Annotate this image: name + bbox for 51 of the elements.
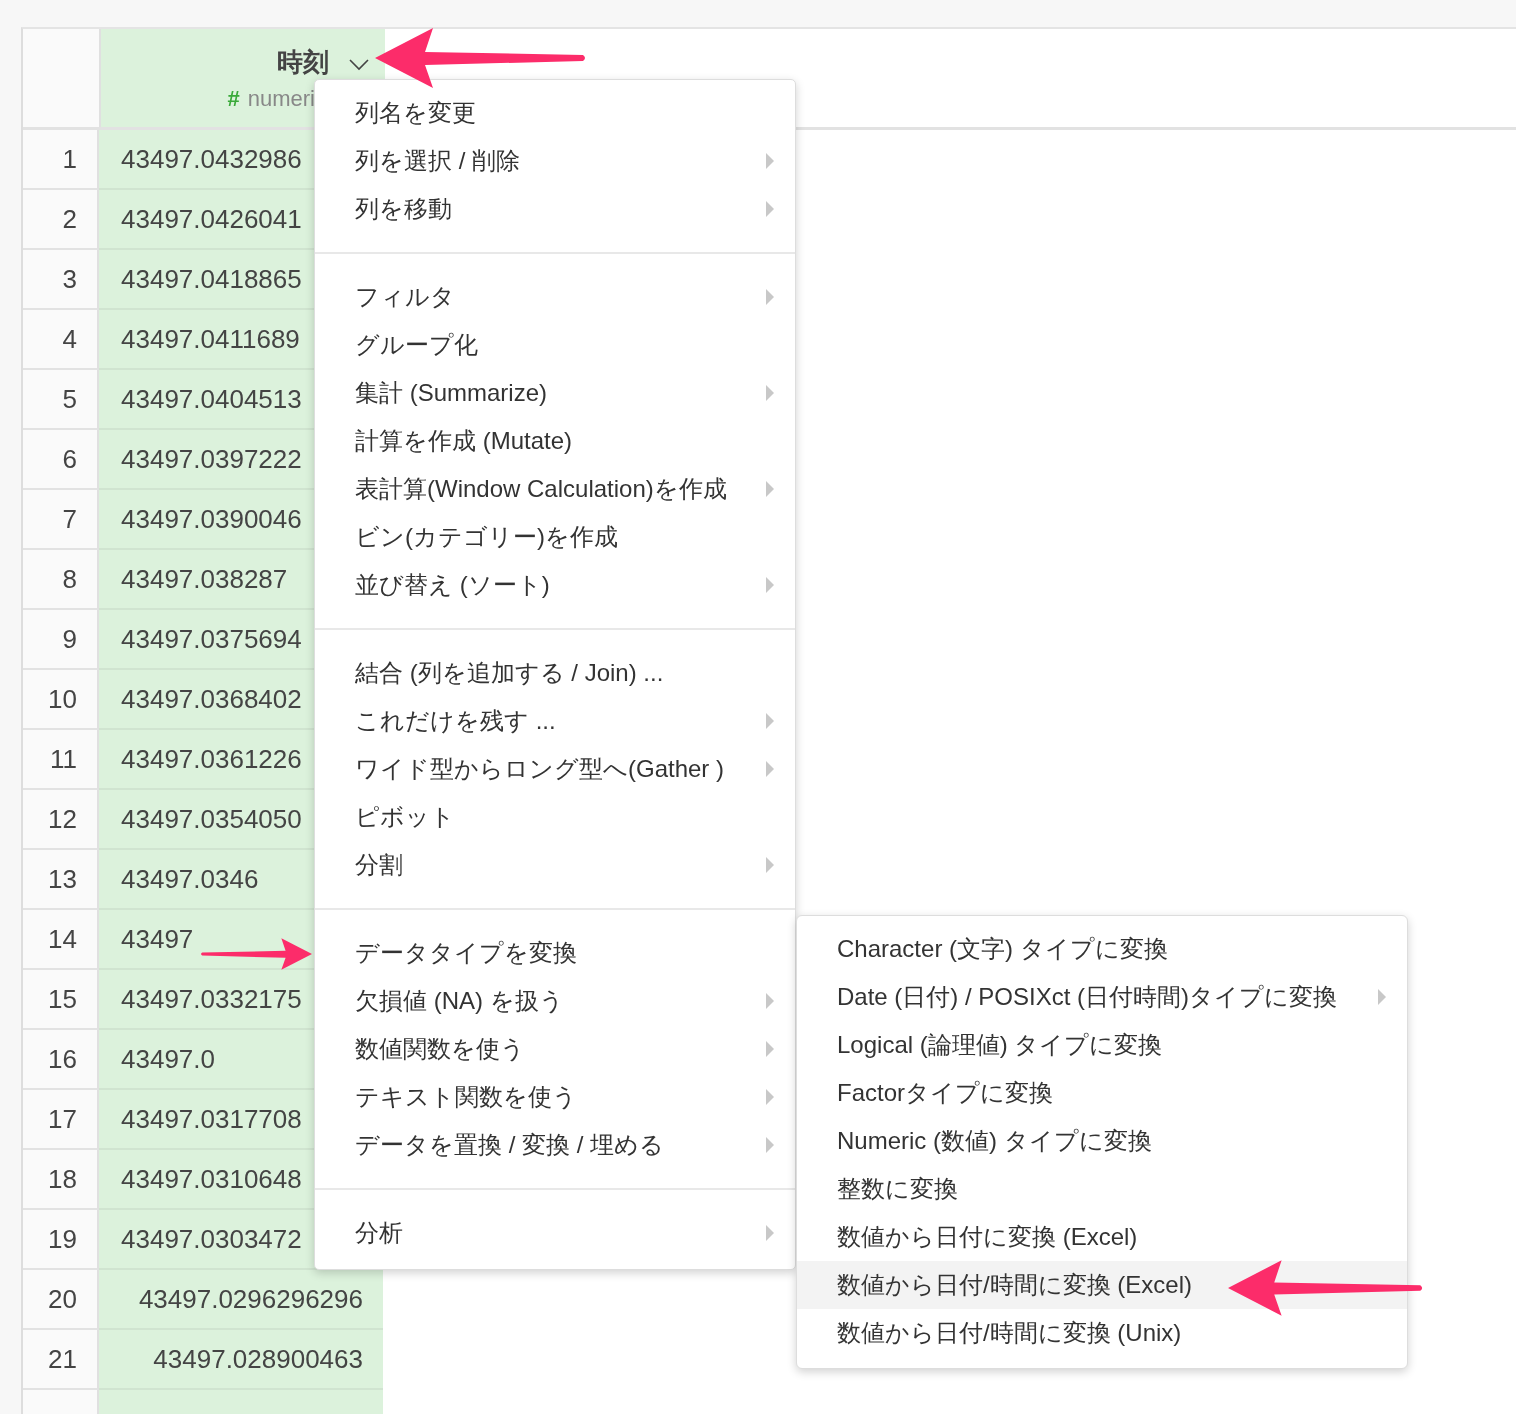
chevron-down-icon[interactable] bbox=[349, 58, 369, 71]
submenu-arrow-icon bbox=[765, 152, 775, 170]
submenu-arrow-icon bbox=[765, 384, 775, 402]
menu-item[interactable]: Date (日付) / POSIXct (日付時間)タイプに変換 bbox=[797, 973, 1407, 1021]
row-number: 21 bbox=[23, 1330, 99, 1390]
submenu-arrow-icon bbox=[765, 760, 775, 778]
row-number: 11 bbox=[23, 730, 99, 790]
submenu-arrow-icon bbox=[765, 992, 775, 1010]
menu-item[interactable]: 数値から日付に変換 (Excel) bbox=[797, 1213, 1407, 1261]
menu-item[interactable]: Character (文字) タイプに変換 bbox=[797, 925, 1407, 973]
row-number: 8 bbox=[23, 550, 99, 610]
column-type: numeri bbox=[247, 86, 315, 112]
row-number: 20 bbox=[23, 1270, 99, 1330]
submenu-arrow-icon bbox=[765, 480, 775, 498]
row-number: 10 bbox=[23, 670, 99, 730]
row-number: 19 bbox=[23, 1210, 99, 1270]
menu-item[interactable]: Numeric (数値) タイプに変換 bbox=[797, 1117, 1407, 1165]
row-number: 16 bbox=[23, 1030, 99, 1090]
column-type-icon: # bbox=[227, 86, 240, 112]
row-number: 9 bbox=[23, 610, 99, 670]
submenu-arrow-icon bbox=[765, 288, 775, 306]
submenu-arrow-icon bbox=[765, 856, 775, 874]
row-number: 5 bbox=[23, 370, 99, 430]
row-number: 14 bbox=[23, 910, 99, 970]
submenu-arrow-icon bbox=[765, 1040, 775, 1058]
submenu-arrow-icon bbox=[765, 576, 775, 594]
table-cell: 43497.0296296296 bbox=[99, 1270, 383, 1330]
row-number: 18 bbox=[23, 1150, 99, 1210]
submenu-arrow-icon bbox=[765, 1136, 775, 1154]
table-cell: 43497.028900463 bbox=[99, 1330, 383, 1390]
submenu-arrow-icon bbox=[765, 200, 775, 218]
row-number: 1 bbox=[23, 130, 99, 190]
menu-item[interactable]: 整数に変換 bbox=[797, 1165, 1407, 1213]
row-number: 2 bbox=[23, 190, 99, 250]
row-number: 17 bbox=[23, 1090, 99, 1150]
row-number: 15 bbox=[23, 970, 99, 1030]
row-number: 3 bbox=[23, 250, 99, 310]
menu-item[interactable]: Factorタイプに変換 bbox=[797, 1069, 1407, 1117]
menu-item[interactable]: 数値から日付/時間に変換 (Unix) bbox=[797, 1309, 1407, 1357]
row-number: 7 bbox=[23, 490, 99, 550]
row-number: 12 bbox=[23, 790, 99, 850]
row-number: 6 bbox=[23, 430, 99, 490]
row-number: 4 bbox=[23, 310, 99, 370]
submenu-arrow-icon bbox=[765, 1224, 775, 1242]
menu-item[interactable]: 数値から日付/時間に変換 (Excel) bbox=[797, 1261, 1407, 1309]
submenu-arrow-icon bbox=[765, 712, 775, 730]
column-name: 時刻 bbox=[277, 46, 329, 79]
menu-item[interactable]: Logical (論理値) タイプに変換 bbox=[797, 1021, 1407, 1069]
row-number: 13 bbox=[23, 850, 99, 910]
submenu-arrow-icon bbox=[765, 1088, 775, 1106]
submenu-arrow-icon bbox=[1377, 988, 1387, 1006]
